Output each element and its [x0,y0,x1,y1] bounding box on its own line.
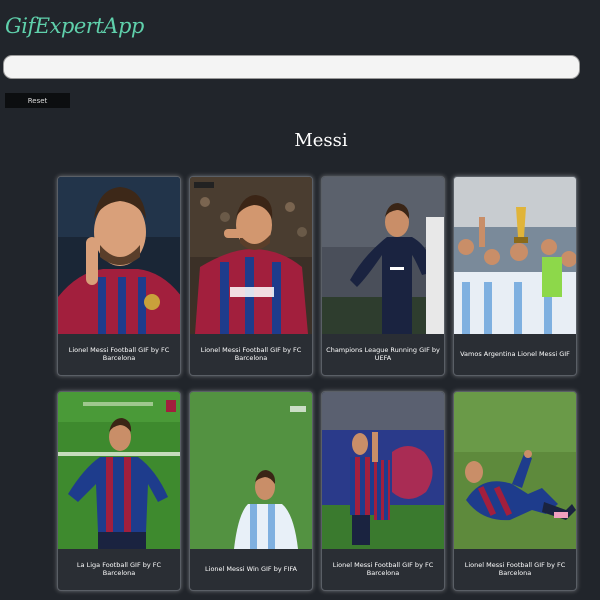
gif-card[interactable]: Vamos Argentina Lionel Messi GIF [453,176,577,376]
category-title: Messi [294,130,348,151]
gif-caption: Lionel Messi Football GIF by FC Barcelon… [464,560,566,577]
gif-card[interactable]: Lionel Messi Win GIF by FIFA [189,391,313,591]
gif-card[interactable]: Lionel Messi Football GIF by FC Barcelon… [57,176,181,376]
gif-grid: Lionel Messi Football GIF by FC Barcelon… [57,176,581,591]
gif-image [58,392,180,549]
gif-caption: Champions League Running GIF by UEFA [326,345,440,362]
gif-caption: Lionel Messi Football GIF by FC Barcelon… [68,345,170,362]
app-title: GifExpertApp [5,14,144,38]
reset-button[interactable]: Reset [5,93,70,108]
gif-card[interactable]: Lionel Messi Football GIF by FC Barcelon… [321,391,445,591]
gif-card[interactable]: Champions League Running GIF by UEFA [321,176,445,376]
gif-caption: La Liga Football GIF by FC Barcelona [76,560,162,577]
gif-caption: Lionel Messi Football GIF by FC Barcelon… [200,345,302,362]
gif-image [58,177,180,334]
gif-image [322,392,444,549]
gif-card[interactable]: Lionel Messi Football GIF by FC Barcelon… [453,391,577,591]
gif-image [454,177,576,334]
gif-card[interactable]: La Liga Football GIF by FC Barcelona [57,391,181,591]
gif-caption: Lionel Messi Football GIF by FC Barcelon… [332,560,434,577]
gif-image [190,177,312,334]
gif-image [454,392,576,549]
gif-caption: Lionel Messi Win GIF by FIFA [205,564,297,573]
search-input[interactable] [3,55,580,79]
gif-card[interactable]: Lionel Messi Football GIF by FC Barcelon… [189,176,313,376]
gif-image [190,392,312,549]
gif-image [322,177,444,334]
gif-caption: Vamos Argentina Lionel Messi GIF [460,349,570,358]
